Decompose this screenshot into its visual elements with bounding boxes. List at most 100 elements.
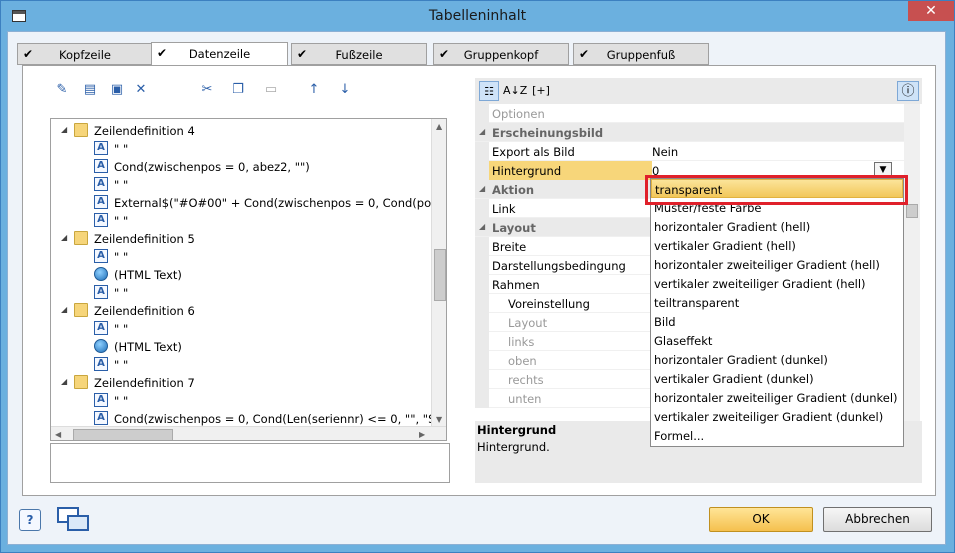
wizard-icon[interactable]: ✎: [53, 81, 71, 99]
tab-datenzeile[interactable]: ✔ Datenzeile: [151, 42, 288, 66]
property-toolbar: ☷ A↓Z [+] ⓘ: [475, 78, 922, 104]
cut-icon[interactable]: ✂: [198, 81, 216, 99]
collapse-triangle-icon[interactable]: ◢: [479, 184, 485, 193]
dropdown-option[interactable]: horizontaler Gradient (dunkel): [651, 350, 903, 369]
text-field-icon: A: [94, 393, 108, 407]
text-field-icon: A: [94, 249, 108, 263]
tree-vertical-scrollbar[interactable]: ▲ ▼: [431, 119, 446, 427]
tree-horizontal-scrollbar[interactable]: ◀ ▶: [51, 426, 446, 440]
property-scroll-thumb[interactable]: [906, 204, 918, 218]
tree-leaf-node[interactable]: A External$("#O#00" + Cond(zwischenpos = …: [51, 194, 446, 212]
cancel-button[interactable]: Abbrechen: [823, 507, 932, 532]
property-gutter: [475, 370, 489, 389]
folder-icon: [74, 123, 88, 137]
folder-icon: [74, 231, 88, 245]
description-box[interactable]: [50, 443, 450, 483]
text-field-icon: A: [94, 357, 108, 371]
property-name: rechts: [508, 373, 544, 387]
delete-icon[interactable]: ✕: [132, 81, 150, 99]
property-gutter: [475, 389, 489, 408]
property-row[interactable]: Optionen: [475, 104, 904, 123]
property-value[interactable]: Nein: [652, 145, 678, 159]
dropdown-option[interactable]: Glaseffekt: [651, 331, 903, 350]
text-field-icon: A: [94, 159, 108, 173]
property-name: Link: [492, 202, 516, 216]
tree-folder-node[interactable]: ◢ Zeilendefinition 6: [51, 302, 431, 320]
property-gutter: [475, 199, 489, 218]
tree-node-label: Zeilendefinition 4: [94, 124, 195, 138]
dropdown-option[interactable]: horizontaler zweiteiliger Gradient (dunk…: [651, 388, 903, 407]
tree-leaf-node[interactable]: A " ": [51, 320, 431, 338]
tree-leaf-node[interactable]: A " ": [51, 212, 431, 230]
tab-fußzeile[interactable]: ✔ Fußzeile: [291, 43, 427, 65]
background-dropdown-list[interactable]: transparent Muster/feste Farbe horizontale…: [650, 178, 904, 447]
close-button[interactable]: ✕: [908, 1, 954, 21]
tree-leaf-node[interactable]: (HTML Text): [51, 266, 431, 284]
tree-node-label: " ": [114, 394, 129, 408]
scroll-down-arrow-icon[interactable]: ▼: [436, 415, 442, 424]
dropdown-option[interactable]: horizontaler Gradient (hell): [651, 217, 903, 236]
tree-leaf-node[interactable]: A " ": [51, 140, 431, 158]
property-name: Hintergrund: [492, 164, 562, 178]
property-category[interactable]: ◢ Erscheinungsbild: [475, 123, 904, 142]
sort-alpha-icon[interactable]: A↓Z: [503, 81, 527, 101]
collapse-triangle-icon[interactable]: ◢: [61, 233, 67, 242]
collapse-triangle-icon[interactable]: ◢: [61, 305, 67, 314]
folder-icon: [74, 375, 88, 389]
scroll-left-arrow-icon[interactable]: ◀: [55, 430, 61, 439]
tab-label: Fußzeile: [335, 48, 383, 62]
tree-leaf-node[interactable]: (HTML Text): [51, 338, 431, 356]
collapse-triangle-icon[interactable]: ◢: [61, 377, 67, 386]
tree-folder-node[interactable]: ◢ Zeilendefinition 7: [51, 374, 431, 392]
copy-icon[interactable]: ❐: [229, 81, 247, 99]
collapse-triangle-icon[interactable]: ◢: [61, 125, 67, 134]
tab-gruppenfuß[interactable]: ✔ Gruppenfuß: [573, 43, 709, 65]
tree-leaf-node[interactable]: A " ": [51, 356, 431, 374]
tree-hscroll-thumb[interactable]: [73, 429, 173, 440]
property-gutter: [475, 332, 489, 351]
scroll-up-arrow-icon[interactable]: ▲: [436, 122, 442, 131]
scroll-right-arrow-icon[interactable]: ▶: [419, 430, 425, 439]
tree-leaf-node[interactable]: A Cond(zwischenpos = 0, abez2, ""): [51, 158, 431, 176]
collapse-triangle-icon[interactable]: ◢: [479, 127, 485, 136]
ok-button[interactable]: OK: [709, 507, 813, 532]
help-text: Hintergrund.: [477, 440, 550, 454]
tree-leaf-node[interactable]: A " ": [51, 392, 431, 410]
tree-folder-node[interactable]: ◢ Zeilendefinition 4: [51, 122, 431, 140]
property-row[interactable]: Export als Bild Nein: [475, 142, 904, 161]
tab-label: Datenzeile: [188, 47, 251, 61]
dropdown-option[interactable]: vertikaler Gradient (hell): [651, 236, 903, 255]
new-item-icon[interactable]: ▤: [81, 81, 99, 99]
tab-gruppenkopf[interactable]: ✔ Gruppenkopf: [433, 43, 569, 65]
dropdown-option[interactable]: vertikaler zweiteiliger Gradient (dunkel…: [651, 407, 903, 426]
help-button[interactable]: ?: [19, 509, 41, 531]
tree-node-label: Zeilendefinition 5: [94, 232, 195, 246]
tree-folder-node[interactable]: ◢ Zeilendefinition 5: [51, 230, 431, 248]
tab-kopfzeile[interactable]: ✔ Kopfzeile: [17, 43, 153, 65]
tree-leaf-node[interactable]: A " ": [51, 284, 431, 302]
window-mode-icon[interactable]: [55, 505, 91, 533]
dropdown-option[interactable]: horizontaler zweiteiliger Gradient (hell…: [651, 255, 903, 274]
tree-view[interactable]: ◢ Zeilendefinition 4 A " " A Cond(zwischenpos…: [50, 118, 447, 441]
info-icon[interactable]: ⓘ: [897, 81, 919, 101]
collapse-triangle-icon[interactable]: ◢: [479, 222, 485, 231]
properties-icon[interactable]: ▣: [108, 81, 126, 99]
property-gutter: [475, 104, 489, 123]
dropdown-option[interactable]: Formel...: [651, 426, 903, 445]
property-name: Aktion: [492, 183, 535, 197]
dropdown-option[interactable]: Bild: [651, 312, 903, 331]
tree-leaf-node[interactable]: A " ": [51, 176, 431, 194]
tree-leaf-node[interactable]: A " ": [51, 248, 431, 266]
categorized-view-icon[interactable]: ☷: [479, 81, 499, 101]
property-scrollbar[interactable]: [904, 104, 920, 422]
property-gutter: [475, 256, 489, 275]
dropdown-option[interactable]: vertikaler zweiteiliger Gradient (hell): [651, 274, 903, 293]
paste-icon[interactable]: ▭: [262, 81, 280, 99]
dropdown-option[interactable]: teiltransparent: [651, 293, 903, 312]
move-up-icon[interactable]: ↑: [305, 81, 323, 99]
tree-node-label: (HTML Text): [114, 268, 182, 282]
expand-all-icon[interactable]: [+]: [530, 81, 552, 101]
tree-scroll-thumb[interactable]: [434, 249, 446, 301]
move-down-icon[interactable]: ↓: [336, 81, 354, 99]
dropdown-option[interactable]: vertikaler Gradient (dunkel): [651, 369, 903, 388]
